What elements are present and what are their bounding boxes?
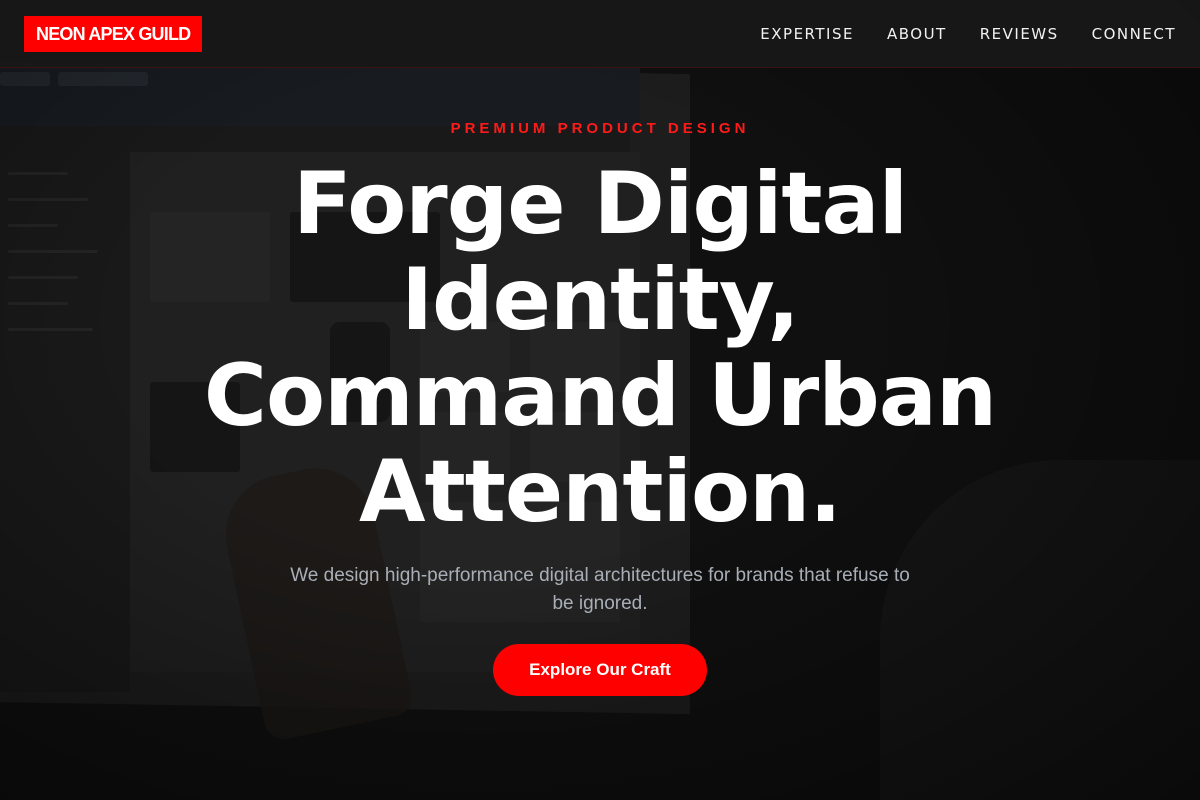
main-navigation: EXPERTISE ABOUT REVIEWS CONNECT: [760, 24, 1176, 44]
hero-section: PREMIUM PRODUCT DESIGN Forge Digital Ide…: [0, 68, 1200, 800]
explore-craft-button[interactable]: Explore Our Craft: [493, 644, 707, 696]
hero-eyebrow: PREMIUM PRODUCT DESIGN: [450, 120, 750, 137]
hero-headline: Forge Digital Identity, Command Urban At…: [150, 156, 1050, 540]
brand-logo[interactable]: NEON APEX GUILD: [24, 16, 203, 52]
nav-link-reviews[interactable]: REVIEWS: [980, 24, 1059, 44]
nav-link-about[interactable]: ABOUT: [887, 24, 947, 44]
headline-line: Forge Digital: [292, 154, 908, 254]
nav-link-expertise[interactable]: EXPERTISE: [760, 24, 854, 44]
hero-subheadline: We design high-performance digital archi…: [290, 565, 910, 614]
headline-line: Command Urban: [203, 346, 997, 446]
headline-line: Attention.: [359, 442, 842, 542]
site-header: NEON APEX GUILD EXPERTISE ABOUT REVIEWS …: [0, 0, 1200, 68]
headline-line: Identity,: [401, 250, 800, 350]
nav-link-connect[interactable]: CONNECT: [1092, 24, 1176, 44]
